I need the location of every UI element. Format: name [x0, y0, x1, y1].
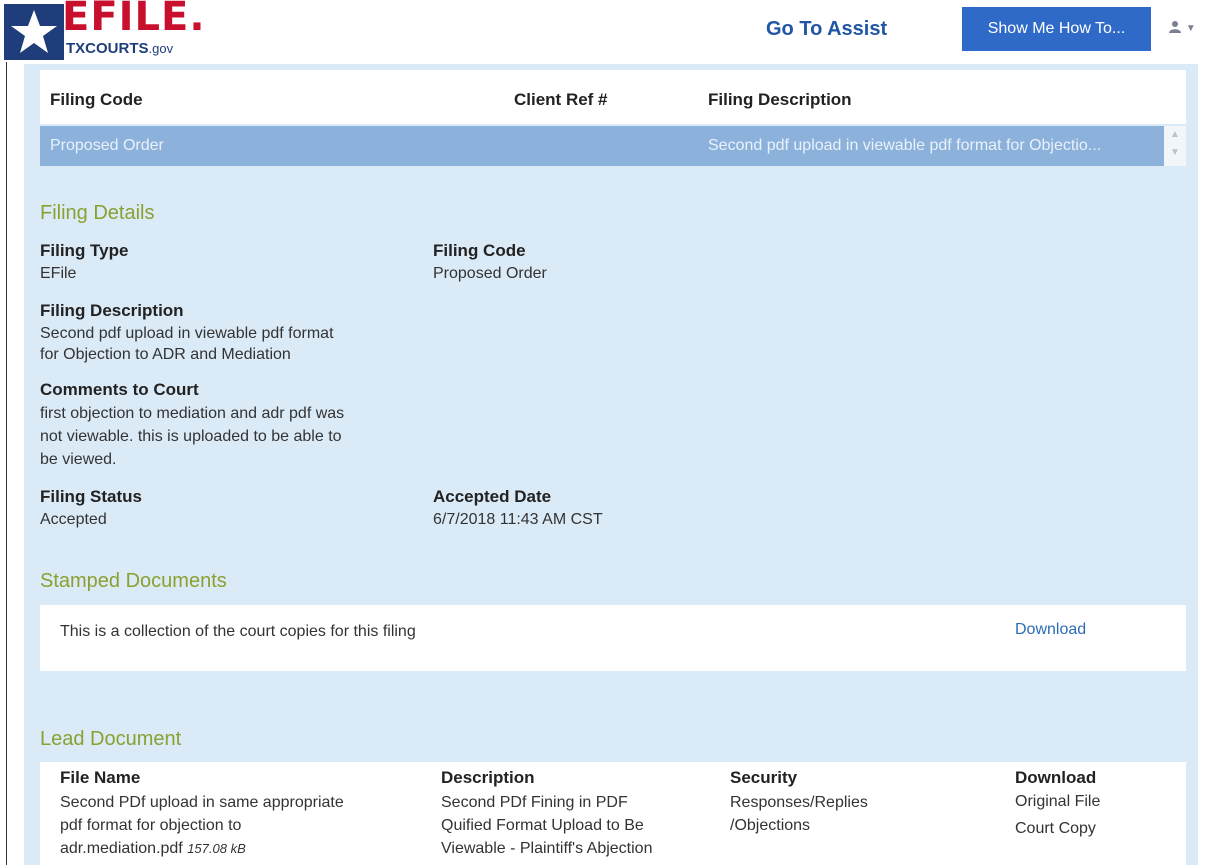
- lead-col-description: Description: [441, 768, 535, 787]
- logo-txcourts-text: TXCOURTS.gov: [66, 40, 174, 57]
- table-row-selected[interactable]: Proposed Order Second pdf upload in view…: [40, 126, 1164, 166]
- lead-security-line: Responses/Replies: [730, 794, 868, 811]
- show-me-how-to-button[interactable]: Show Me How To...: [962, 7, 1151, 51]
- scroll-down-icon[interactable]: ▼: [1164, 144, 1186, 162]
- texas-star-icon: [4, 4, 64, 60]
- filing-description-label: Filing Description: [40, 301, 184, 320]
- lead-description-line: Quified Format Upload to Be: [441, 817, 644, 834]
- grid-scrollbar[interactable]: ▲ ▼: [1164, 126, 1186, 166]
- file-size: 157.08 kB: [187, 841, 246, 856]
- user-menu[interactable]: ▼: [1168, 18, 1196, 34]
- lead-col-download: Download: [1015, 768, 1097, 787]
- stamped-documents-title: Stamped Documents: [40, 570, 227, 592]
- comments-label: Comments to Court: [40, 380, 199, 399]
- lead-description-line: Second PDf Fining in PDF: [441, 794, 628, 811]
- filing-type-value: EFile: [40, 265, 77, 282]
- cell-filing-description: Second pdf upload in viewable pdf format…: [708, 137, 1102, 154]
- filing-code-label: Filing Code: [433, 241, 526, 260]
- col-client-ref[interactable]: Client Ref #: [514, 90, 608, 110]
- efile-texas-logo[interactable]: EFILE. TXCOURTS.gov: [4, 0, 206, 60]
- cell-filing-code: Proposed Order: [50, 137, 164, 154]
- comments-line: not viewable. this is uploaded to be abl…: [40, 428, 342, 445]
- filing-type-label: Filing Type: [40, 241, 129, 260]
- lead-col-security: Security: [730, 768, 798, 787]
- col-filing-code[interactable]: Filing Code: [50, 90, 143, 110]
- lead-file-name-line: adr.mediation.pdf 157.08 kB: [60, 840, 246, 857]
- original-file-link[interactable]: Original File: [1015, 790, 1100, 813]
- page-left-border: [6, 62, 7, 865]
- comments-line: be viewed.: [40, 451, 117, 468]
- lead-description-line: Viewable - Plaintiff's Abjection: [441, 840, 653, 857]
- stamped-download-link[interactable]: Download: [1015, 621, 1086, 639]
- filing-status-label: Filing Status: [40, 487, 142, 506]
- stamped-documents-box: This is a collection of the court copies…: [40, 605, 1186, 671]
- lead-file-name-line: pdf format for objection to: [60, 817, 242, 834]
- lead-col-file-name: File Name: [60, 768, 141, 787]
- filing-status-value: Accepted: [40, 511, 107, 528]
- lead-file-name-line: Second PDf upload in same appropriate: [60, 794, 344, 811]
- court-copy-link[interactable]: Court Copy: [1015, 817, 1096, 840]
- filings-grid-header: Filing Code Client Ref # Filing Descript…: [40, 70, 1186, 124]
- lead-document-box: File Name Description Security Download …: [40, 762, 1186, 865]
- user-icon: [1169, 21, 1181, 34]
- stamped-documents-text: This is a collection of the court copies…: [60, 623, 416, 640]
- filing-description-line: for Objection to ADR and Mediation: [40, 346, 291, 363]
- lead-security-line: /Objections: [730, 817, 811, 834]
- comments-line: first objection to mediation and adr pdf…: [40, 405, 345, 422]
- go-to-assist-link[interactable]: Go To Assist: [766, 18, 887, 41]
- app-header: EFILE. TXCOURTS.gov Go To Assist Show Me…: [0, 0, 1206, 62]
- scroll-up-icon[interactable]: ▲: [1164, 126, 1186, 144]
- accepted-date-value: 6/7/2018 11:43 AM CST: [433, 511, 603, 528]
- logo-efile-text: EFILE.: [62, 0, 206, 40]
- filing-detail-panel: [24, 64, 1198, 865]
- filing-details-title: Filing Details: [40, 202, 155, 224]
- lead-document-title: Lead Document: [40, 728, 182, 750]
- col-filing-description[interactable]: Filing Description: [708, 90, 852, 110]
- chevron-down-icon: ▼: [1185, 23, 1196, 34]
- filing-description-line: Second pdf upload in viewable pdf format: [40, 325, 334, 342]
- filing-code-value: Proposed Order: [433, 265, 547, 282]
- accepted-date-label: Accepted Date: [433, 487, 552, 506]
